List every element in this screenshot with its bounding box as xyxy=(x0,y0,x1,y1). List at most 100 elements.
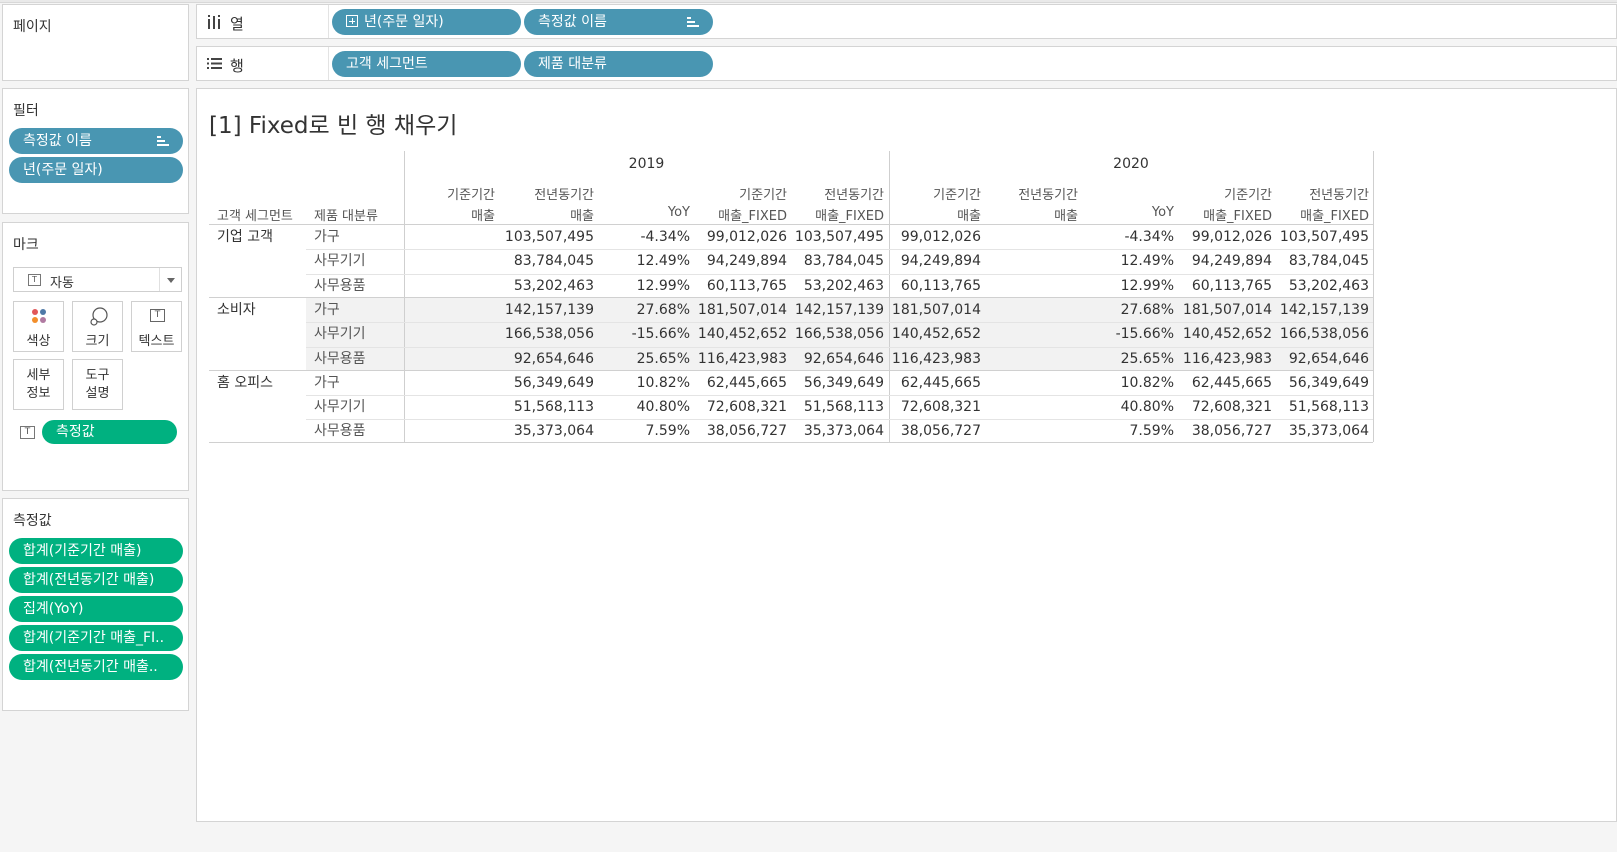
table-cell[interactable]: 56,349,649 xyxy=(1269,371,1369,395)
table-cell[interactable]: 140,452,652 xyxy=(881,322,981,346)
measure-pill[interactable]: 합계(기준기간 매출) xyxy=(9,538,183,564)
table-cell[interactable]: 40.80% xyxy=(1074,395,1174,419)
table-cell[interactable]: 27.68% xyxy=(1074,298,1174,322)
table-cell[interactable]: 62,445,665 xyxy=(687,371,787,395)
table-cell[interactable]: 12.99% xyxy=(590,274,690,298)
table-cell[interactable]: 99,012,026 xyxy=(687,225,787,249)
table-cell[interactable]: 116,423,983 xyxy=(687,347,787,371)
table-cell[interactable]: 40.80% xyxy=(590,395,690,419)
table-cell[interactable] xyxy=(978,419,1078,443)
segment-label[interactable]: 소비자 xyxy=(217,298,256,322)
table-cell[interactable]: 92,654,646 xyxy=(1269,347,1369,371)
category-label[interactable]: 사무용품 xyxy=(314,419,366,443)
pill-product-category-row[interactable]: 제품 대분류 xyxy=(524,51,713,77)
pill-measure-names-column[interactable]: 측정값 이름 xyxy=(524,9,713,35)
table-cell[interactable]: 99,012,026 xyxy=(1172,225,1272,249)
table-cell[interactable]: 7.59% xyxy=(1074,419,1174,443)
text-pill-measure-values[interactable]: 측정값 xyxy=(42,420,177,444)
table-cell[interactable] xyxy=(978,298,1078,322)
table-cell[interactable]: 38,056,727 xyxy=(687,419,787,443)
measure-pill[interactable]: 합계(기준기간 매출_FI.. xyxy=(9,625,183,651)
table-cell[interactable]: 116,423,983 xyxy=(881,347,981,371)
table-cell[interactable]: 181,507,014 xyxy=(687,298,787,322)
table-cell[interactable]: 103,507,495 xyxy=(1269,225,1369,249)
pill-order-year-column[interactable]: 년(주문 일자) xyxy=(332,9,521,35)
table-cell[interactable]: 53,202,463 xyxy=(494,274,594,298)
category-label[interactable]: 사무기기 xyxy=(314,249,366,273)
table-cell[interactable]: 181,507,014 xyxy=(1172,298,1272,322)
table-cell[interactable] xyxy=(395,419,495,443)
tooltip-button[interactable]: 도구 설명 xyxy=(72,359,123,410)
table-cell[interactable]: 53,202,463 xyxy=(784,274,884,298)
columns-shelf[interactable]: 열 년(주문 일자) 측정값 이름 xyxy=(196,4,1617,39)
category-label[interactable]: 사무기기 xyxy=(314,395,366,419)
pill-customer-segment-row[interactable]: 고객 세그먼트 xyxy=(332,51,521,77)
table-cell[interactable]: -15.66% xyxy=(1074,322,1174,346)
table-cell[interactable] xyxy=(978,347,1078,371)
table-cell[interactable] xyxy=(978,249,1078,273)
table-cell[interactable]: 10.82% xyxy=(1074,371,1174,395)
table-cell[interactable]: 99,012,026 xyxy=(881,225,981,249)
category-label[interactable]: 사무용품 xyxy=(314,274,366,298)
table-cell[interactable] xyxy=(395,371,495,395)
table-cell[interactable]: 12.99% xyxy=(1074,274,1174,298)
category-label[interactable]: 가구 xyxy=(314,371,340,395)
table-cell[interactable]: 25.65% xyxy=(1074,347,1174,371)
table-cell[interactable]: 142,157,139 xyxy=(1269,298,1369,322)
marks-card[interactable]: 마크 T 자동 색상 크기 T 텍스트 세부 정보 도구 설명 T 측정값 xyxy=(2,222,189,491)
table-cell[interactable]: 60,113,765 xyxy=(687,274,787,298)
table-cell[interactable]: 92,654,646 xyxy=(784,347,884,371)
table-cell[interactable]: 142,157,139 xyxy=(784,298,884,322)
table-cell[interactable] xyxy=(395,395,495,419)
table-cell[interactable]: 94,249,894 xyxy=(881,249,981,273)
category-label[interactable]: 사무용품 xyxy=(314,347,366,371)
table-cell[interactable]: 94,249,894 xyxy=(687,249,787,273)
table-cell[interactable]: 83,784,045 xyxy=(784,249,884,273)
table-cell[interactable]: 51,568,113 xyxy=(494,395,594,419)
table-cell[interactable]: -15.66% xyxy=(590,322,690,346)
table-cell[interactable] xyxy=(395,274,495,298)
table-cell[interactable]: -4.34% xyxy=(590,225,690,249)
table-cell[interactable] xyxy=(978,322,1078,346)
table-cell[interactable]: 62,445,665 xyxy=(1172,371,1272,395)
chevron-down-icon[interactable] xyxy=(159,268,181,291)
text-button[interactable]: T 텍스트 xyxy=(131,301,182,352)
table-cell[interactable]: 35,373,064 xyxy=(1269,419,1369,443)
table-cell[interactable] xyxy=(978,395,1078,419)
color-button[interactable]: 색상 xyxy=(13,301,64,352)
filters-card[interactable]: 필터 측정값 이름 년(주문 일자) xyxy=(2,88,189,214)
measure-pill[interactable]: 집계(YoY) xyxy=(9,596,183,622)
table-cell[interactable]: 35,373,064 xyxy=(784,419,884,443)
table-cell[interactable]: 25.65% xyxy=(590,347,690,371)
table-cell[interactable]: 72,608,321 xyxy=(881,395,981,419)
table-cell[interactable]: 56,349,649 xyxy=(784,371,884,395)
table-cell[interactable]: 51,568,113 xyxy=(784,395,884,419)
table-cell[interactable]: 72,608,321 xyxy=(1172,395,1272,419)
table-cell[interactable] xyxy=(395,249,495,273)
table-cell[interactable] xyxy=(978,274,1078,298)
table-cell[interactable]: 140,452,652 xyxy=(1172,322,1272,346)
view-canvas[interactable]: [1] Fixed로 빈 행 채우기 2019 2020 고객 세그먼트 제품 대분류… xyxy=(196,88,1617,822)
table-cell[interactable] xyxy=(395,298,495,322)
table-cell[interactable]: 103,507,495 xyxy=(494,225,594,249)
rows-shelf[interactable]: 행 고객 세그먼트 제품 대분류 xyxy=(196,46,1617,81)
table-cell[interactable]: 7.59% xyxy=(590,419,690,443)
size-button[interactable]: 크기 xyxy=(72,301,123,352)
mark-type-dropdown[interactable]: T 자동 xyxy=(13,267,182,292)
table-cell[interactable]: 83,784,045 xyxy=(494,249,594,273)
measure-values-card[interactable]: 측정값 합계(기준기간 매출) 합계(전년동기간 매출) 집계(YoY) 합계(… xyxy=(2,498,189,711)
table-cell[interactable]: 92,654,646 xyxy=(494,347,594,371)
table-cell[interactable]: 166,538,056 xyxy=(494,322,594,346)
table-cell[interactable]: 60,113,765 xyxy=(881,274,981,298)
table-cell[interactable] xyxy=(395,225,495,249)
table-cell[interactable] xyxy=(395,322,495,346)
expand-plus-icon[interactable] xyxy=(346,15,358,27)
table-cell[interactable]: 140,452,652 xyxy=(687,322,787,346)
detail-button[interactable]: 세부 정보 xyxy=(13,359,64,410)
table-cell[interactable]: 72,608,321 xyxy=(687,395,787,419)
table-cell[interactable]: 27.68% xyxy=(590,298,690,322)
table-cell[interactable]: 94,249,894 xyxy=(1172,249,1272,273)
table-cell[interactable]: 116,423,983 xyxy=(1172,347,1272,371)
table-cell[interactable]: 60,113,765 xyxy=(1172,274,1272,298)
table-cell[interactable]: 12.49% xyxy=(1074,249,1174,273)
